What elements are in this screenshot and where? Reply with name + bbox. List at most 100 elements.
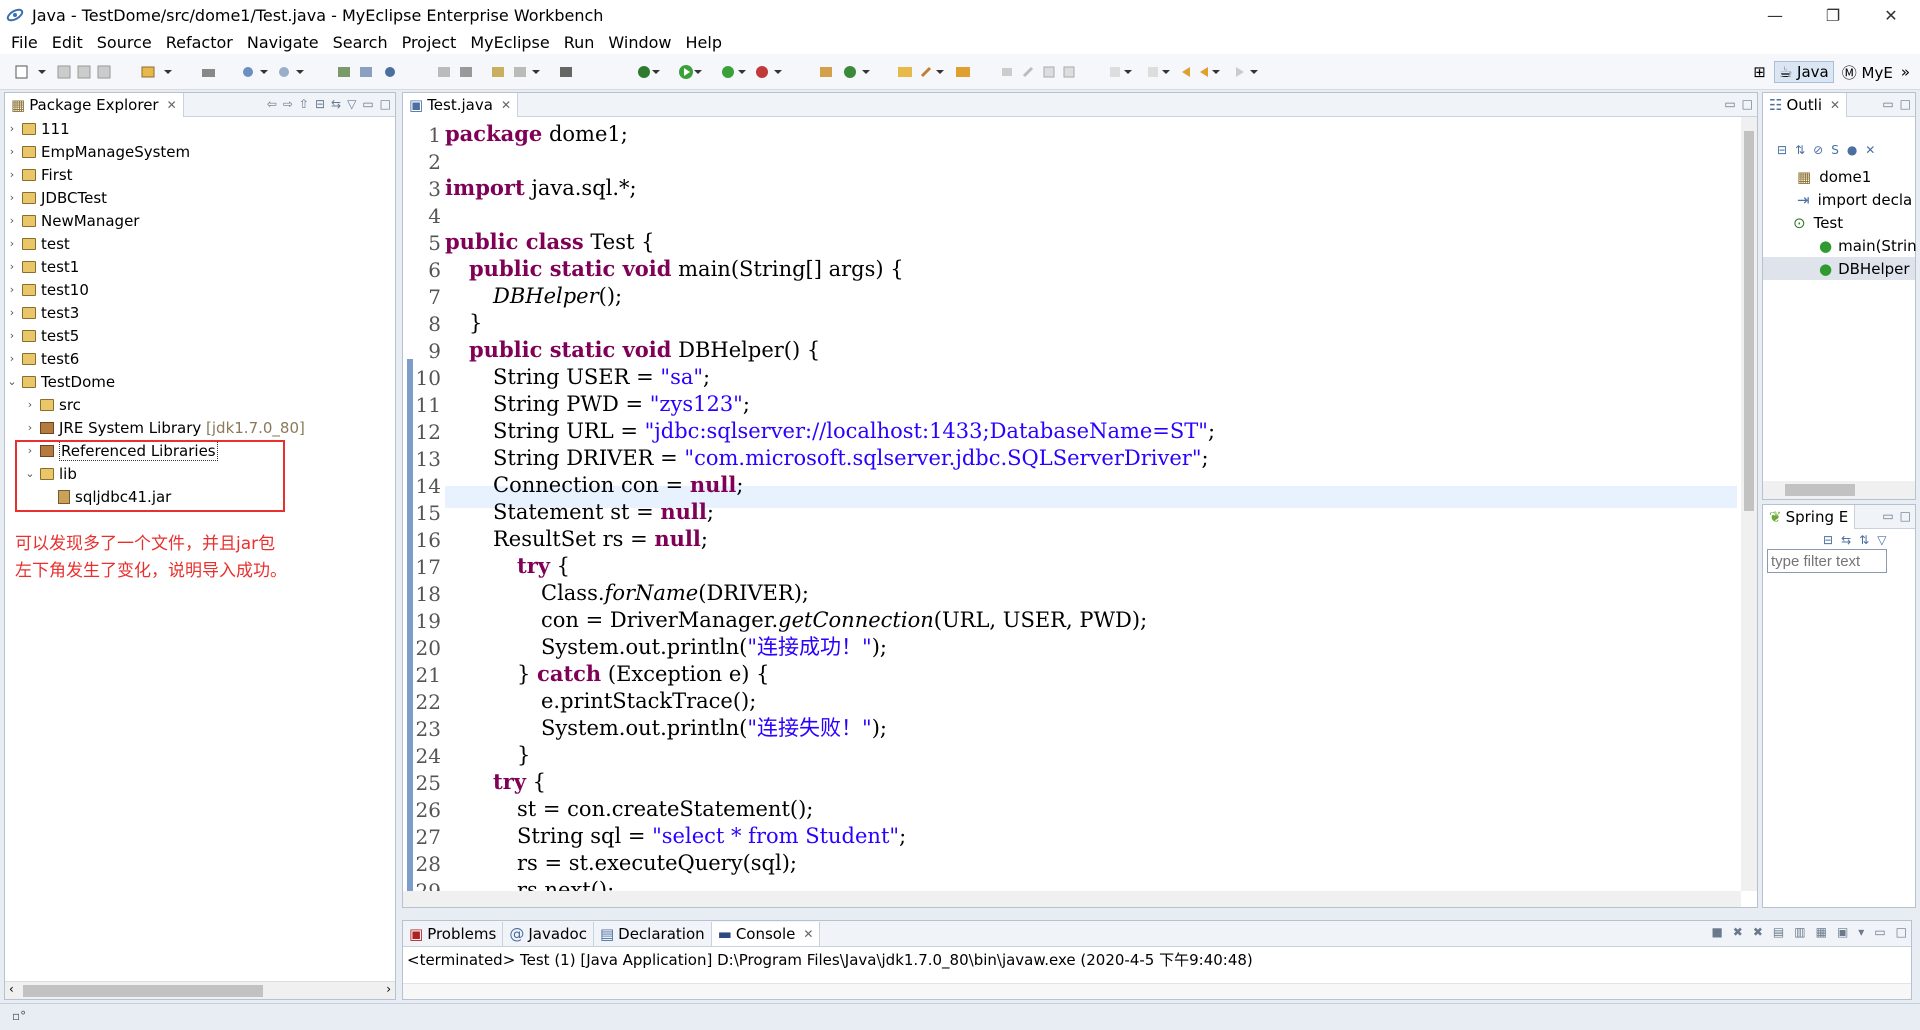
menu-search[interactable]: Search bbox=[326, 33, 395, 52]
close-icon[interactable]: ✕ bbox=[1830, 98, 1840, 112]
scroll-left-icon[interactable]: ‹ bbox=[9, 982, 14, 996]
tab-javadoc[interactable]: @Javadoc bbox=[503, 922, 594, 946]
minimize-view-icon[interactable]: ▭ bbox=[362, 97, 373, 111]
menu-myeclipse[interactable]: MyEclipse bbox=[463, 33, 556, 52]
menu-project[interactable]: Project bbox=[395, 33, 464, 52]
console-horizontal-scrollbar[interactable] bbox=[403, 983, 1911, 999]
editor-horizontal-scrollbar[interactable] bbox=[403, 891, 1741, 907]
tree-item-src[interactable]: ›src bbox=[5, 393, 395, 416]
pin-console-icon[interactable]: ▦ bbox=[1816, 925, 1827, 939]
code-editor[interactable]: 1 2 3 4 5 6 7 8 9 10 11 12 13 14 15 16 1… bbox=[403, 117, 1757, 907]
hide-fields-icon[interactable]: ⊘ bbox=[1813, 143, 1823, 157]
outline-item-imports[interactable]: ⇥import decla bbox=[1763, 188, 1915, 211]
outline-item-class[interactable]: ⊙Test bbox=[1763, 211, 1915, 234]
new-class-icons[interactable] bbox=[818, 64, 898, 80]
tree-item-newmanager[interactable]: ›NewManager bbox=[5, 209, 395, 232]
display-selected-console-icon[interactable]: ▣ bbox=[1837, 925, 1848, 939]
java-perspective-button[interactable]: ☕ Java bbox=[1774, 61, 1834, 83]
menu-window[interactable]: Window bbox=[601, 33, 678, 52]
view-menu-icon[interactable]: ▽ bbox=[347, 97, 356, 111]
spring-explorer-tab[interactable]: ❦ Spring E bbox=[1763, 505, 1855, 529]
maximize-view-icon[interactable]: □ bbox=[1900, 509, 1911, 523]
debug-icon[interactable] bbox=[636, 64, 660, 80]
print-icon[interactable] bbox=[200, 64, 218, 80]
collapse-all-icon[interactable]: ⊟ bbox=[1777, 143, 1787, 157]
tree-item-testdome[interactable]: ⌄TestDome bbox=[5, 370, 395, 393]
outline-tab[interactable]: ☷ Outli ✕ bbox=[1763, 93, 1847, 117]
hide-nonpublic-icon[interactable]: ● bbox=[1847, 143, 1857, 157]
tree-item-test6[interactable]: ›test6 bbox=[5, 347, 395, 370]
save-icon[interactable] bbox=[56, 64, 116, 80]
close-icon[interactable]: ✕ bbox=[501, 98, 511, 112]
terminate-icon[interactable]: ■ bbox=[1711, 925, 1722, 939]
scroll-thumb[interactable] bbox=[1785, 484, 1855, 496]
maximize-view-icon[interactable]: □ bbox=[1900, 97, 1911, 111]
maximize-view-icon[interactable]: □ bbox=[380, 97, 391, 111]
tree-item-test3[interactable]: ›test3 bbox=[5, 301, 395, 324]
scroll-thumb[interactable] bbox=[23, 985, 263, 997]
tree-item-empmanagesystem[interactable]: ›EmpManageSystem bbox=[5, 140, 395, 163]
myeclipse-perspective-button[interactable]: Ⓜ MyE bbox=[1842, 62, 1893, 83]
annotation-nav-icons[interactable] bbox=[998, 64, 1088, 80]
filter-input[interactable] bbox=[1767, 549, 1887, 573]
hide-local-types-icon[interactable]: ✕ bbox=[1865, 143, 1875, 157]
run-coverage-icon[interactable] bbox=[720, 64, 800, 80]
server-icon[interactable] bbox=[240, 64, 350, 80]
link-editor-icon[interactable]: ⇆ bbox=[331, 97, 341, 111]
minimize-view-icon[interactable]: ▭ bbox=[1882, 509, 1893, 523]
open-perspective-icon[interactable]: ⊞ bbox=[1753, 63, 1766, 81]
tree-item-jre-library[interactable]: ›JRE System Library [jdk1.7.0_80] bbox=[5, 416, 395, 439]
more-perspectives-icon[interactable]: » bbox=[1901, 63, 1910, 81]
new-icon[interactable] bbox=[14, 64, 48, 80]
restore-button[interactable]: ❐ bbox=[1804, 0, 1862, 30]
tab-problems[interactable]: ▣Problems bbox=[403, 922, 503, 946]
forward-icon[interactable]: ⇨ bbox=[283, 97, 293, 111]
minimize-view-icon[interactable]: ▭ bbox=[1882, 97, 1893, 111]
maximize-view-icon[interactable]: □ bbox=[1742, 97, 1753, 111]
navigate-back-forward-icons[interactable] bbox=[1108, 64, 1298, 80]
tree-item-first[interactable]: ›First bbox=[5, 163, 395, 186]
edit-icons[interactable] bbox=[436, 64, 586, 80]
menu-file[interactable]: File bbox=[4, 33, 45, 52]
minimize-view-icon[interactable]: ▭ bbox=[1874, 925, 1885, 939]
outline-item-main[interactable]: ●main(Strin bbox=[1763, 234, 1915, 257]
open-type-icon[interactable] bbox=[140, 64, 180, 80]
remove-all-icon[interactable]: ✖ bbox=[1753, 925, 1763, 939]
menu-refactor[interactable]: Refactor bbox=[159, 33, 240, 52]
scroll-lock-icon[interactable]: ▥ bbox=[1794, 925, 1805, 939]
hide-static-icon[interactable]: S bbox=[1831, 143, 1839, 157]
outline-item-dbhelper[interactable]: ●DBHelper bbox=[1763, 257, 1915, 280]
tree-item-test[interactable]: ›test bbox=[5, 232, 395, 255]
outline-horizontal-scrollbar[interactable] bbox=[1763, 481, 1915, 499]
remove-launch-icon[interactable]: ✖ bbox=[1733, 925, 1743, 939]
tree-item-test10[interactable]: ›test10 bbox=[5, 278, 395, 301]
scroll-thumb[interactable] bbox=[1744, 131, 1754, 511]
package-explorer-tab[interactable]: ▦ Package Explorer ✕ bbox=[5, 93, 184, 117]
maximize-view-icon[interactable]: □ bbox=[1896, 925, 1907, 939]
close-icon[interactable]: ✕ bbox=[167, 98, 177, 112]
back-icon[interactable]: ⇦ bbox=[267, 97, 277, 111]
editor-vertical-scrollbar[interactable] bbox=[1741, 117, 1757, 891]
clear-console-icon[interactable]: ▤ bbox=[1773, 925, 1784, 939]
sort-icon[interactable]: ⇅ bbox=[1859, 533, 1869, 547]
tab-declaration[interactable]: ▤Declaration bbox=[594, 922, 712, 946]
collapse-all-icon[interactable]: ⊟ bbox=[315, 97, 325, 111]
view-menu-icon[interactable]: ▽ bbox=[1877, 533, 1886, 547]
menu-edit[interactable]: Edit bbox=[45, 33, 90, 52]
close-button[interactable]: ✕ bbox=[1862, 0, 1920, 30]
menu-help[interactable]: Help bbox=[679, 33, 729, 52]
menu-run[interactable]: Run bbox=[557, 33, 602, 52]
outline-item-package[interactable]: ▦dome1 bbox=[1763, 165, 1915, 188]
tab-console[interactable]: ▬Console✕ bbox=[712, 922, 821, 946]
up-icon[interactable]: ⇧ bbox=[299, 97, 309, 111]
editor-tab-test-java[interactable]: ▣ Test.java ✕ bbox=[403, 93, 518, 117]
sort-icon[interactable]: ⇅ bbox=[1795, 143, 1805, 157]
fast-view-icon[interactable]: ▫° bbox=[12, 1009, 26, 1023]
horizontal-scrollbar[interactable]: ‹ › bbox=[5, 981, 395, 999]
open-console-icon[interactable]: ▾ bbox=[1858, 925, 1864, 939]
close-icon[interactable]: ✕ bbox=[803, 927, 813, 941]
run-icon[interactable] bbox=[678, 64, 702, 80]
deploy-icon[interactable] bbox=[336, 64, 426, 80]
collapse-all-icon[interactable]: ⊟ bbox=[1823, 533, 1833, 547]
tree-item-jdbctest[interactable]: ›JDBCTest bbox=[5, 186, 395, 209]
